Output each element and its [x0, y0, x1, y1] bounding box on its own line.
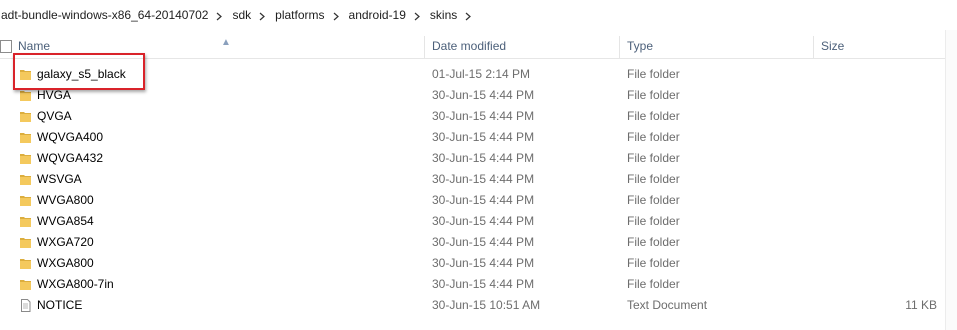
folder-icon: [20, 259, 31, 269]
folder-icon: [20, 196, 31, 206]
column-header-size[interactable]: Size: [821, 34, 844, 58]
column-header-row: Name ▲ Date modified Type Size: [0, 34, 957, 59]
file-date-modified: 30-Jun-15 10:51 AM: [432, 298, 541, 312]
file-type: File folder: [627, 67, 680, 81]
file-date-modified: 30-Jun-15 4:44 PM: [432, 172, 535, 186]
list-item[interactable]: galaxy_s5_black 01-Jul-15 2:14 PM File f…: [0, 64, 957, 85]
file-type: File folder: [627, 88, 680, 102]
file-name: WXGA800-7in: [37, 277, 114, 291]
file-date-modified: 30-Jun-15 4:44 PM: [432, 109, 535, 123]
text-document-icon: [21, 299, 31, 312]
chevron-right-icon[interactable]: [459, 8, 477, 23]
folder-icon: [20, 70, 31, 80]
file-name: QVGA: [37, 109, 72, 123]
list-item[interactable]: WSVGA 30-Jun-15 4:44 PM File folder: [0, 169, 957, 190]
chevron-right-icon[interactable]: [408, 8, 426, 23]
file-type: Text Document: [627, 298, 708, 312]
folder-icon: [20, 280, 31, 290]
file-date-modified: 30-Jun-15 4:44 PM: [432, 193, 535, 207]
list-item[interactable]: WVGA800 30-Jun-15 4:44 PM File folder: [0, 190, 957, 211]
file-name: WVGA854: [37, 214, 94, 228]
chevron-right-icon[interactable]: [327, 8, 345, 23]
file-date-modified: 30-Jun-15 4:44 PM: [432, 277, 535, 291]
column-header-type[interactable]: Type: [627, 34, 653, 58]
column-divider[interactable]: [424, 36, 425, 58]
file-date-modified: 30-Jun-15 4:44 PM: [432, 130, 535, 144]
file-type: File folder: [627, 277, 680, 291]
list-item[interactable]: WVGA854 30-Jun-15 4:44 PM File folder: [0, 211, 957, 232]
column-divider[interactable]: [813, 36, 814, 58]
list-item[interactable]: QVGA 30-Jun-15 4:44 PM File folder: [0, 106, 957, 127]
column-header-date[interactable]: Date modified: [432, 34, 506, 58]
file-type: File folder: [627, 235, 680, 249]
file-name: WQVGA432: [37, 151, 104, 165]
folder-icon: [20, 175, 31, 185]
file-date-modified: 30-Jun-15 4:44 PM: [432, 88, 535, 102]
column-header-type-label: Type: [627, 39, 654, 53]
sort-ascending-icon: ▲: [221, 37, 231, 48]
breadcrumb-item-platforms[interactable]: platforms: [271, 8, 326, 22]
list-item[interactable]: WQVGA432 30-Jun-15 4:44 PM File folder: [0, 148, 957, 169]
scrollbar[interactable]: [945, 30, 957, 330]
list-item[interactable]: NOTICE 30-Jun-15 10:51 AM Text Document …: [0, 295, 957, 316]
file-name: HVGA: [37, 88, 72, 102]
chevron-right-icon[interactable]: [210, 8, 228, 23]
column-divider[interactable]: [619, 36, 620, 58]
file-date-modified: 30-Jun-15 4:44 PM: [432, 151, 535, 165]
breadcrumb: adt-bundle-windows-x86_64-20140702 sdk p…: [0, 0, 957, 30]
folder-icon: [20, 217, 31, 227]
file-date-modified: 01-Jul-15 2:14 PM: [432, 67, 531, 81]
list-item[interactable]: WQVGA400 30-Jun-15 4:44 PM File folder: [0, 127, 957, 148]
file-type: File folder: [627, 109, 680, 123]
file-date-modified: 30-Jun-15 4:44 PM: [432, 256, 535, 270]
file-explorer-window: adt-bundle-windows-x86_64-20140702 sdk p…: [0, 0, 957, 330]
file-type: File folder: [627, 130, 680, 144]
file-type: File folder: [627, 256, 680, 270]
column-header-name[interactable]: Name ▲: [18, 34, 418, 58]
column-header-date-label: Date modified: [432, 39, 507, 53]
breadcrumb-item-skins[interactable]: skins: [426, 8, 459, 22]
list-item[interactable]: HVGA 30-Jun-15 4:44 PM File folder: [0, 85, 957, 106]
file-size: 11 KB: [905, 298, 937, 312]
file-name: WVGA800: [37, 193, 94, 207]
file-date-modified: 30-Jun-15 4:44 PM: [432, 214, 535, 228]
file-name: galaxy_s5_black: [37, 67, 126, 81]
folder-icon: [20, 238, 31, 248]
file-name: WXGA800: [37, 256, 94, 270]
folder-icon: [20, 91, 31, 101]
file-type: File folder: [627, 193, 680, 207]
file-list: galaxy_s5_black 01-Jul-15 2:14 PM File f…: [0, 64, 957, 316]
chevron-right-icon[interactable]: [253, 8, 271, 23]
folder-icon: [20, 154, 31, 164]
select-all-checkbox[interactable]: [0, 40, 12, 53]
file-name: NOTICE: [37, 298, 83, 312]
breadcrumb-item-sdk[interactable]: sdk: [228, 8, 253, 22]
file-name: WQVGA400: [37, 130, 104, 144]
file-date-modified: 30-Jun-15 4:44 PM: [432, 235, 535, 249]
column-header-size-label: Size: [821, 39, 845, 53]
folder-icon: [20, 133, 31, 143]
column-header-name-label: Name: [18, 39, 51, 53]
file-name: WXGA720: [37, 235, 94, 249]
file-type: File folder: [627, 214, 680, 228]
list-item[interactable]: WXGA800 30-Jun-15 4:44 PM File folder: [0, 253, 957, 274]
list-item[interactable]: WXGA720 30-Jun-15 4:44 PM File folder: [0, 232, 957, 253]
file-type: File folder: [627, 151, 680, 165]
folder-icon: [20, 112, 31, 122]
list-item[interactable]: WXGA800-7in 30-Jun-15 4:44 PM File folde…: [0, 274, 957, 295]
file-type: File folder: [627, 172, 680, 186]
breadcrumb-item-android-19[interactable]: android-19: [345, 8, 408, 22]
file-name: WSVGA: [37, 172, 82, 186]
breadcrumb-item-adt-bundle[interactable]: adt-bundle-windows-x86_64-20140702: [0, 8, 210, 22]
